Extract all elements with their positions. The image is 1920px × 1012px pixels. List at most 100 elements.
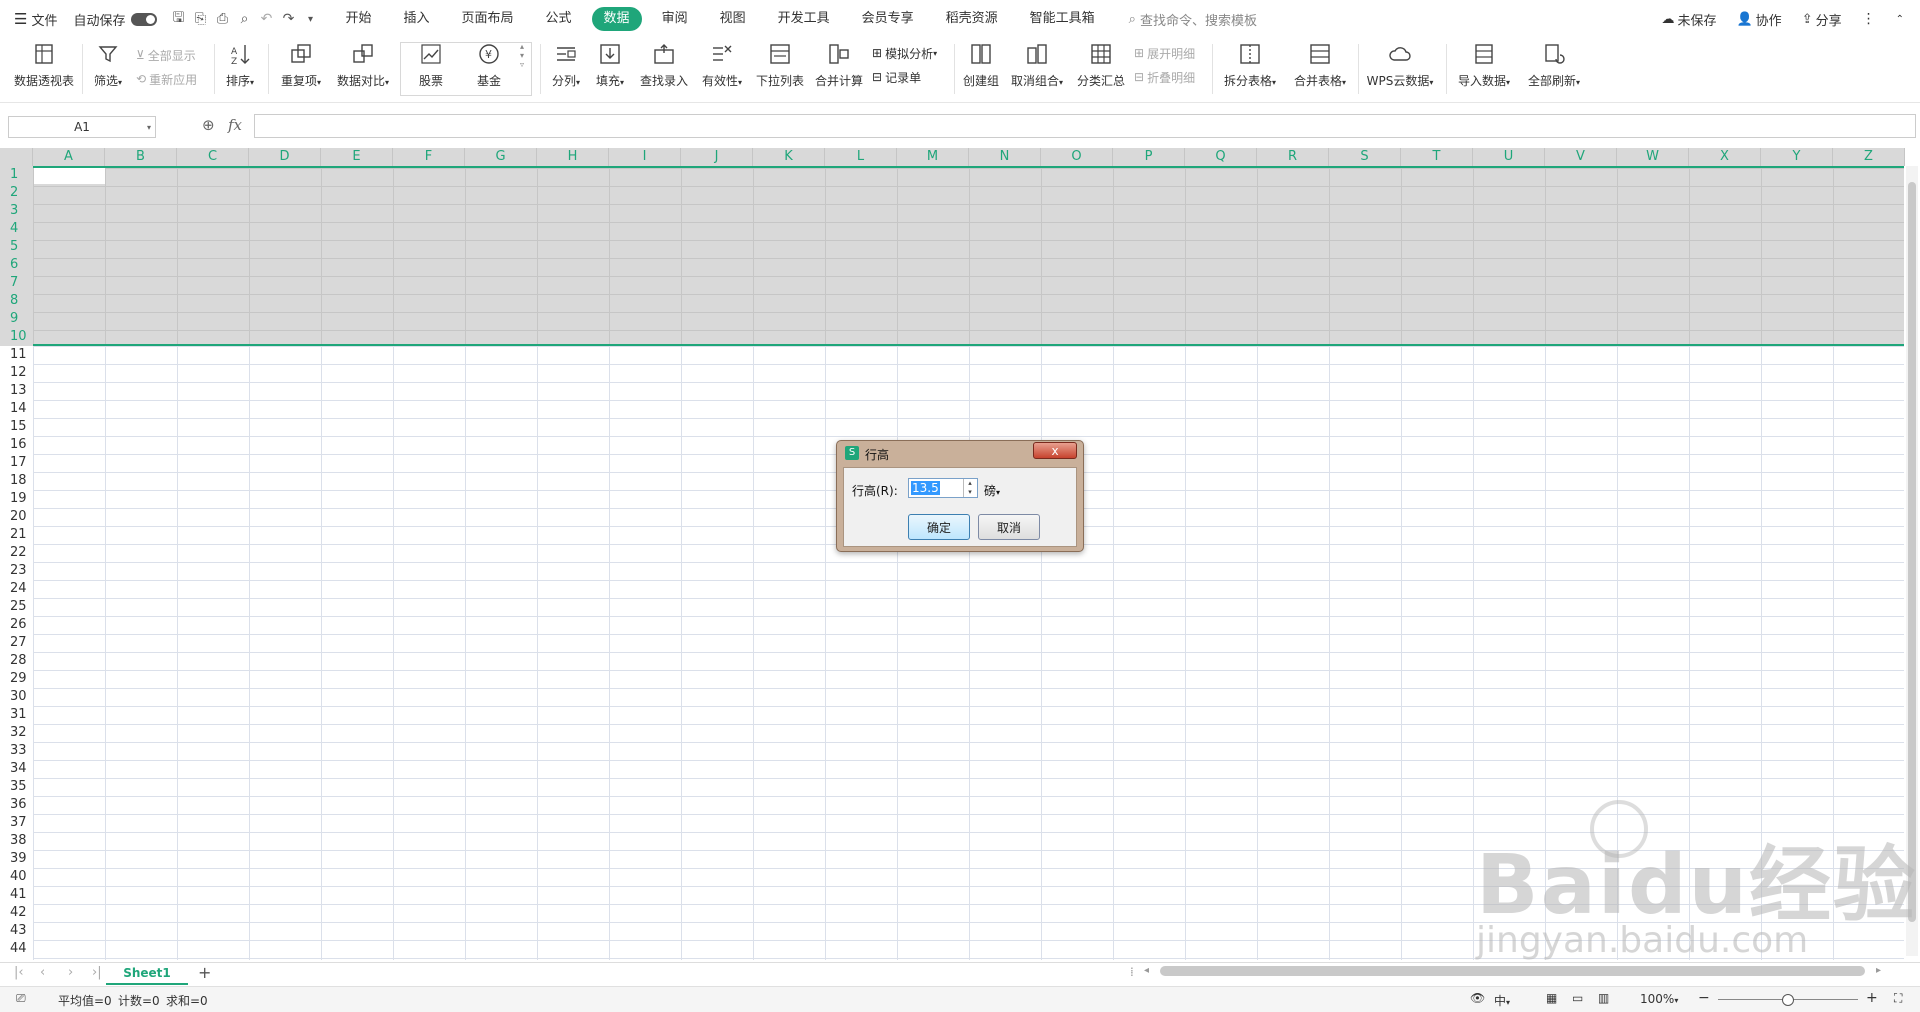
create-group-button[interactable]: 创建组 [960,40,1002,98]
share-button[interactable]: ⇪ 分享 [1792,0,1852,38]
split-handle-icon[interactable]: ⁞ [1130,965,1134,979]
row-header[interactable]: 35 [0,778,33,796]
row-header[interactable]: 21 [0,526,33,544]
row-header[interactable]: 20 [0,508,33,526]
row-header[interactable]: 12 [0,364,33,382]
tab-8[interactable]: 会员专享 [850,7,926,31]
row-header[interactable]: 31 [0,706,33,724]
zoom-in-icon[interactable]: + [1866,990,1878,1006]
row-header[interactable]: 26 [0,616,33,634]
record-form-button[interactable]: ⊟ 记录单 [872,66,921,88]
row-header[interactable]: 29 [0,670,33,688]
row-header[interactable]: 28 [0,652,33,670]
zoom-formula-icon[interactable]: ⊕ [202,116,215,134]
print-preview-icon[interactable]: ⌕ [233,8,255,30]
collapse-ribbon-icon[interactable]: ⌃ [1886,0,1920,38]
column-header[interactable]: U [1473,148,1545,166]
stock-button[interactable]: 股票 [406,40,456,98]
collapse-detail-button[interactable]: ⊟ 折叠明细 [1134,66,1195,88]
wps-cloud-data-button[interactable]: WPS云数据▾ [1364,40,1436,98]
column-header[interactable]: A [33,148,105,166]
add-sheet-button[interactable]: + [198,963,211,982]
split-column-button[interactable]: 分列▾ [548,40,584,98]
formula-input[interactable] [254,114,1916,138]
normal-view-icon[interactable]: ▦ [1546,991,1557,1005]
row-header[interactable]: 23 [0,562,33,580]
column-header[interactable]: G [465,148,537,166]
macro-icon[interactable]: ⎚ [16,991,26,1006]
zoom-level[interactable]: 100%▾ [1640,992,1678,1006]
column-header[interactable]: P [1113,148,1185,166]
page-layout-view-icon[interactable]: ▭ [1572,991,1583,1005]
column-header[interactable]: W [1617,148,1689,166]
column-header[interactable]: V [1545,148,1617,166]
unit-dropdown[interactable]: 磅▾ [984,482,1000,499]
row-header[interactable]: 39 [0,850,33,868]
row-header[interactable]: 25 [0,598,33,616]
consolidate-button[interactable]: 合并计算 [814,40,864,98]
lookup-entry-button[interactable]: 查找录入 [638,40,690,98]
save-icon[interactable]: 🖫 [167,8,189,30]
data-compare-button[interactable]: 数据对比▾ [334,40,392,98]
horizontal-scroll-thumb[interactable] [1160,966,1865,976]
row-header[interactable]: 3 [0,202,33,220]
column-header[interactable]: Y [1761,148,1833,166]
row-header[interactable]: 9 [0,310,33,328]
row-header[interactable]: 30 [0,688,33,706]
select-all-corner[interactable] [0,148,33,166]
export-icon[interactable]: ⎘ [189,8,211,30]
more-dropdown-icon[interactable]: ▾ [299,8,321,30]
column-header[interactable]: N [969,148,1041,166]
column-header[interactable]: M [897,148,969,166]
column-header[interactable]: I [609,148,681,166]
eye-protect-icon[interactable]: 👁 [1470,991,1485,1005]
simulate-analysis-button[interactable]: ⊞ 模拟分析 ▾ [872,42,937,64]
column-header[interactable]: K [753,148,825,166]
column-header[interactable]: X [1689,148,1761,166]
column-header[interactable]: O [1041,148,1113,166]
autosave-toggle[interactable]: 自动保存 [67,0,167,38]
column-header[interactable]: R [1257,148,1329,166]
zoom-slider-thumb[interactable] [1782,994,1794,1006]
tab-6[interactable]: 视图 [708,7,758,31]
column-header[interactable]: S [1329,148,1401,166]
row-header[interactable]: 43 [0,922,33,940]
expand-detail-button[interactable]: ⊞ 展开明细 [1134,42,1195,64]
dropdown-list-button[interactable]: 下拉列表 [754,40,806,98]
tab-3[interactable]: 公式 [534,7,584,31]
column-header[interactable]: H [537,148,609,166]
page-break-view-icon[interactable]: ▥ [1598,991,1609,1005]
unsaved-status[interactable]: ☁ 未保存 [1651,0,1726,38]
sort-button[interactable]: AZ 排序▾ [222,40,258,98]
column-header[interactable]: Z [1833,148,1905,166]
column-header[interactable]: T [1401,148,1473,166]
show-all-button[interactable]: ⊻ 全部显示 [136,44,196,66]
collab-button[interactable]: 👤 协作 [1726,0,1791,38]
column-header[interactable]: E [321,148,393,166]
tab-9[interactable]: 稻壳资源 [934,7,1010,31]
row-header[interactable]: 41 [0,886,33,904]
tab-4[interactable]: 数据 [591,7,642,31]
tab-10[interactable]: 智能工具箱 [1018,7,1107,31]
row-header[interactable]: 40 [0,868,33,886]
scroll-right-icon[interactable]: ▸ [1876,965,1881,976]
row-header[interactable]: 18 [0,472,33,490]
active-cell[interactable] [34,168,105,184]
column-header[interactable]: D [249,148,321,166]
row-header[interactable]: 19 [0,490,33,508]
row-header[interactable]: 6 [0,256,33,274]
close-icon[interactable]: x [1033,442,1077,459]
fund-button[interactable]: ¥ 基金 [464,40,514,98]
scroll-left-icon[interactable]: ◂ [1144,965,1149,976]
column-header[interactable]: L [825,148,897,166]
subtotal-button[interactable]: 分类汇总 [1076,40,1126,98]
fx-icon[interactable]: fx [228,116,242,134]
row-header[interactable]: 42 [0,904,33,922]
row-header[interactable]: 17 [0,454,33,472]
vertical-scroll-thumb[interactable] [1908,182,1916,922]
name-box[interactable]: A1 ▾ [8,116,156,138]
column-header[interactable]: C [177,148,249,166]
next-sheet-icon[interactable]: › [68,965,73,980]
spinner-icon[interactable]: ▴ ▾ [963,479,976,497]
row-header[interactable]: 36 [0,796,33,814]
